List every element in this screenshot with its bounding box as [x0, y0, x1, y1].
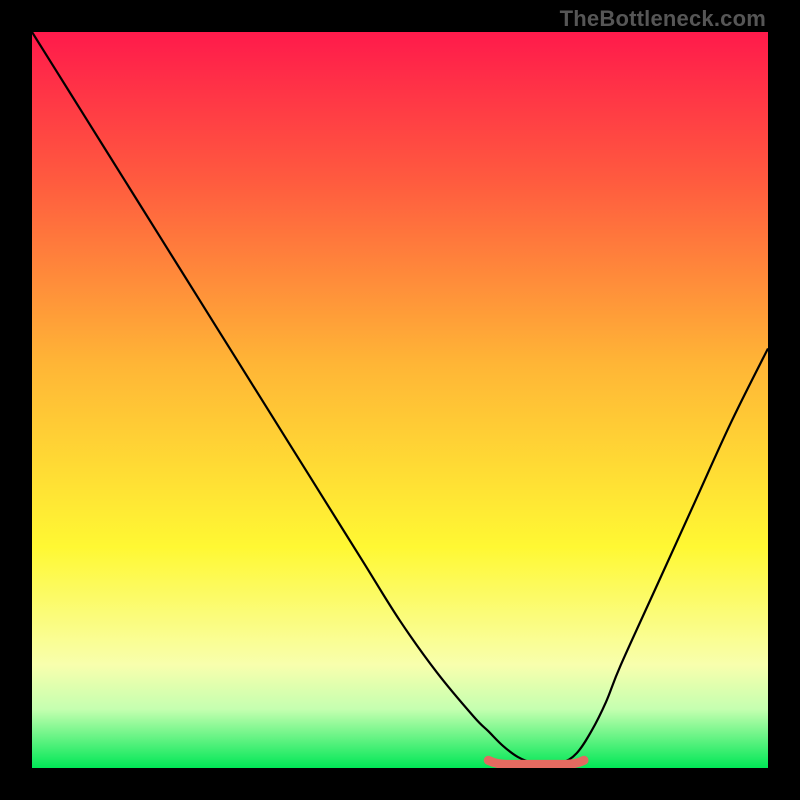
plot-area	[32, 32, 768, 768]
watermark-text: TheBottleneck.com	[560, 6, 766, 32]
chart-svg	[32, 32, 768, 768]
chart-frame: TheBottleneck.com	[0, 0, 800, 800]
optimal-highlight	[488, 760, 584, 764]
gradient-background	[32, 32, 768, 768]
